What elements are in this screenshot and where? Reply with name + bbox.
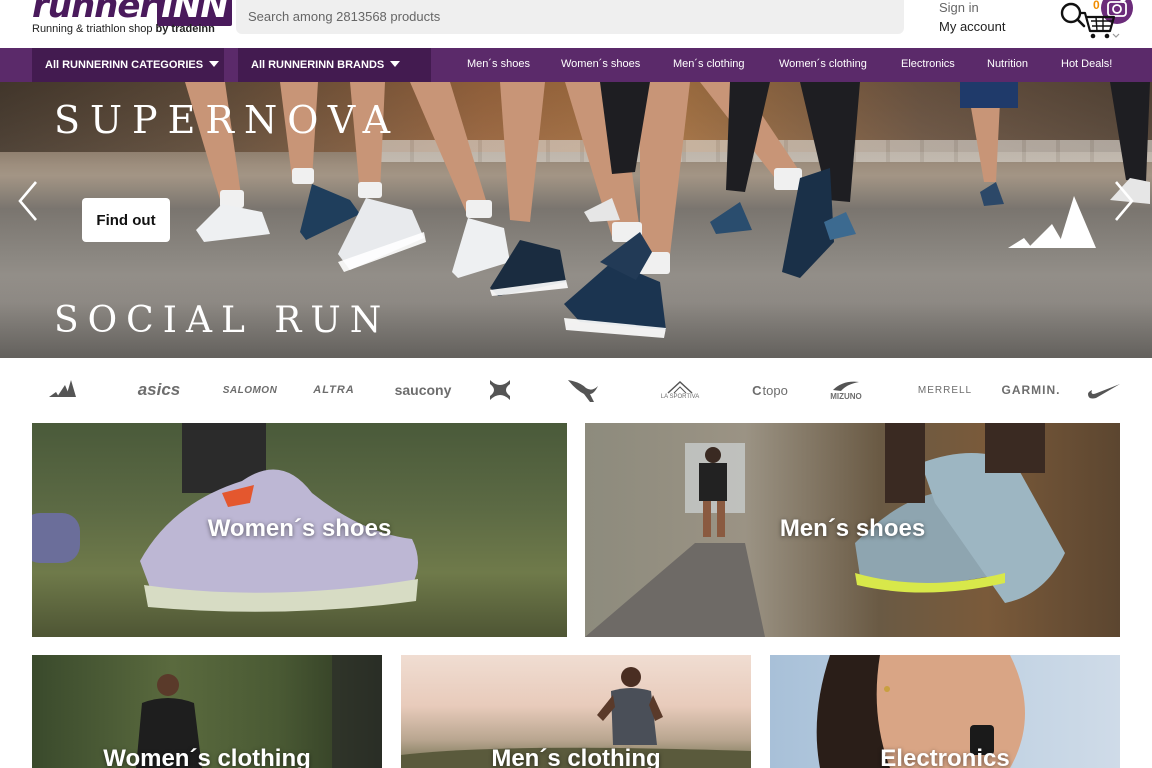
topo-brand-logo[interactable]: Ctopo	[740, 368, 800, 412]
cart-count-badge: 0	[1093, 0, 1100, 12]
tile-mens-clothing[interactable]: Men´s clothing	[401, 655, 751, 768]
find-out-button[interactable]: Find out	[82, 198, 170, 242]
cart-button[interactable]: 0	[1076, 0, 1120, 42]
nav-link-hot-deals[interactable]: Hot Deals!	[1061, 58, 1112, 70]
all-categories-dropdown[interactable]: All RUNNERINN CATEGORIES	[32, 48, 224, 82]
adidas-brand-icon[interactable]	[46, 368, 78, 412]
altra-brand-logo[interactable]: ALTRA	[306, 368, 362, 412]
page: runner INN Running & triathlon shop by tr…	[0, 0, 1152, 768]
mizuno-runbird-icon	[833, 381, 859, 391]
sign-in-link[interactable]: Sign in	[939, 0, 979, 15]
la-sportiva-brand-logo[interactable]: LA SPORTIVA	[650, 368, 710, 412]
my-account-link[interactable]: My account	[939, 19, 1005, 34]
asics-brand-logo[interactable]: asics	[128, 368, 190, 412]
site-header: runner INN Running & triathlon shop by tr…	[0, 0, 1152, 48]
saucony-brand-logo[interactable]: saucony	[390, 368, 456, 412]
mizuno-brand-logo[interactable]: MIZUNO	[826, 368, 866, 412]
adidas-logo-icon	[1008, 196, 1096, 248]
hero-banner[interactable]: SUPERNOVA SOCIAL RUN Find out	[0, 82, 1152, 358]
tile-electronics-label: Electronics	[880, 745, 1010, 768]
nav-link-mens-clothing[interactable]: Men´s clothing	[673, 58, 745, 70]
chevron-down-icon	[209, 61, 220, 67]
all-categories-label: All RUNNERINN CATEGORIES	[45, 59, 204, 71]
salomon-brand-logo[interactable]: SALOMON	[218, 368, 282, 412]
garmin-brand-logo[interactable]: GARMIN.	[1000, 368, 1062, 412]
tile-womens-clothing-label: Women´s clothing	[103, 745, 311, 768]
under-armour-brand-icon[interactable]	[484, 368, 516, 412]
tile-womens-clothing[interactable]: Women´s clothing	[32, 655, 382, 768]
carousel-next-arrow-icon[interactable]	[1110, 178, 1138, 224]
chevron-down-icon	[390, 61, 401, 67]
runnerinn-logo[interactable]: runner INN Running & triathlon shop by tr…	[32, 0, 232, 46]
merrell-brand-logo[interactable]: MERRELL	[912, 368, 978, 412]
search-bar	[236, 0, 1133, 34]
tile-mens-clothing-label: Men´s clothing	[491, 745, 661, 768]
hero-subtitle: SOCIAL RUN	[54, 300, 391, 341]
topo-mark-icon: C	[752, 382, 762, 398]
logo-wordmark: runner INN	[32, 0, 232, 26]
tile-mens-shoes-label: Men´s shoes	[779, 515, 926, 542]
carousel-prev-arrow-icon[interactable]	[14, 178, 42, 224]
hero-title: SUPERNOVA	[54, 98, 401, 142]
nav-link-womens-shoes[interactable]: Women´s shoes	[561, 58, 640, 70]
tile-electronics[interactable]: Electronics	[770, 655, 1120, 768]
tile-womens-shoes-label: Women´s shoes	[207, 515, 392, 542]
nike-swoosh-icon[interactable]	[1086, 368, 1122, 412]
all-brands-label: All RUNNERINN BRANDS	[251, 59, 385, 71]
mountain-icon	[667, 381, 693, 394]
search-input[interactable]	[236, 0, 806, 34]
logo-tagline: Running & triathlon shop by tradeinn	[32, 23, 215, 35]
tile-mens-shoes[interactable]: Men´s shoes	[585, 423, 1120, 637]
nav-link-electronics[interactable]: Electronics	[901, 58, 955, 70]
puma-brand-icon[interactable]	[566, 368, 600, 412]
nav-link-womens-clothing[interactable]: Women´s clothing	[779, 58, 867, 70]
tile-womens-shoes[interactable]: Women´s shoes	[32, 423, 567, 637]
brand-strip: asics SALOMON ALTRA saucony LA SPORTIVA …	[32, 368, 1122, 412]
account-menu[interactable]: Sign in My account	[939, 0, 1039, 44]
main-nav: All RUNNERINN CATEGORIES All RUNNERINN B…	[0, 48, 1152, 82]
nav-link-nutrition[interactable]: Nutrition	[987, 58, 1028, 70]
all-brands-dropdown[interactable]: All RUNNERINN BRANDS	[238, 48, 431, 82]
nav-link-mens-shoes[interactable]: Men´s shoes	[467, 58, 530, 70]
